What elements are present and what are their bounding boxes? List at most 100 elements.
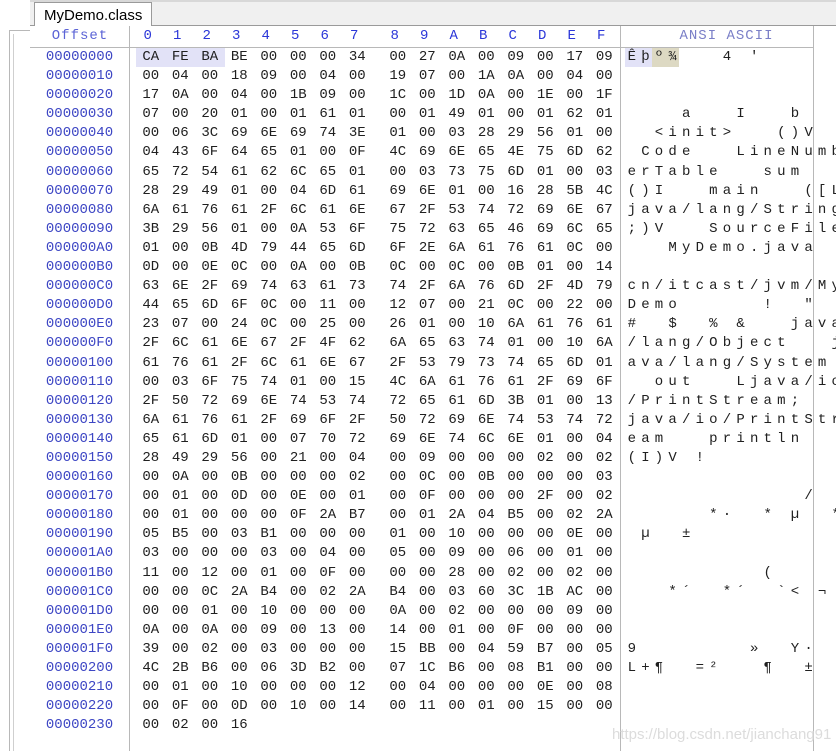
ascii-char[interactable]: /: [802, 487, 816, 506]
hex-byte[interactable]: 0A: [472, 86, 502, 105]
hex-byte[interactable]: B2: [313, 659, 343, 678]
hex-byte[interactable]: 00: [343, 640, 373, 659]
hex-byte[interactable]: 74: [313, 124, 343, 143]
hex-byte[interactable]: 09: [560, 602, 590, 621]
hex-byte[interactable]: 6C: [166, 334, 196, 353]
hex-byte[interactable]: 69: [383, 182, 413, 201]
hex-byte[interactable]: 00: [531, 621, 561, 640]
hex-byte[interactable]: 00: [383, 449, 413, 468]
ascii-char[interactable]: y: [829, 277, 836, 296]
hex-byte[interactable]: 01: [284, 143, 314, 162]
ascii-char[interactable]: [625, 525, 639, 544]
hex-byte[interactable]: 00: [560, 621, 590, 640]
hex-byte[interactable]: 50: [383, 411, 413, 430]
hex-byte[interactable]: 6E: [472, 411, 502, 430]
ascii-char[interactable]: [761, 315, 775, 334]
ascii-char[interactable]: [720, 659, 734, 678]
hex-byte[interactable]: 0C: [225, 258, 255, 277]
hex-byte[interactable]: 28: [442, 564, 472, 583]
row-hex-bytes[interactable]: 04 43 6F 64 65 01 00 0F 4C 69 6E 65 4E 75 6D 62: [136, 143, 619, 162]
hex-byte[interactable]: 00: [472, 659, 502, 678]
hex-byte[interactable]: 01: [413, 315, 443, 334]
ascii-char[interactable]: [720, 296, 734, 315]
hex-byte[interactable]: 00: [590, 621, 620, 640]
hex-byte[interactable]: 00: [472, 564, 502, 583]
ascii-char[interactable]: y: [761, 354, 775, 373]
ascii-char[interactable]: l: [693, 201, 707, 220]
ascii-char[interactable]: m: [775, 392, 789, 411]
hex-byte[interactable]: 00: [560, 86, 590, 105]
hex-byte[interactable]: 74: [343, 392, 373, 411]
ascii-char[interactable]: u: [802, 143, 816, 162]
hex-byte[interactable]: 62: [254, 163, 284, 182]
hex-byte[interactable]: 62: [560, 105, 590, 124]
ascii-char[interactable]: `: [775, 583, 789, 602]
hex-byte[interactable]: 04: [590, 430, 620, 449]
ascii-char[interactable]: u: [666, 373, 680, 392]
ascii-char[interactable]: F: [788, 220, 802, 239]
hex-byte[interactable]: 00: [560, 449, 590, 468]
ascii-char[interactable]: [679, 296, 693, 315]
hex-byte[interactable]: 00: [590, 67, 620, 86]
hex-byte[interactable]: 6D: [501, 163, 531, 182]
hex-byte[interactable]: 00: [383, 678, 413, 697]
ascii-char[interactable]: I: [734, 105, 748, 124]
ascii-char[interactable]: n: [747, 182, 761, 201]
hex-byte[interactable]: 01: [225, 105, 255, 124]
row-hex-bytes[interactable]: 00 06 3C 69 6E 69 74 3E 01 00 03 28 29 56 01 00: [136, 124, 619, 143]
ascii-char[interactable]: t: [707, 124, 721, 143]
row-hex-bytes[interactable]: 63 6E 2F 69 74 63 61 73 74 2F 6A 76 6D 2F 4D 79: [136, 277, 619, 296]
hex-byte[interactable]: 00: [590, 602, 620, 621]
hex-byte[interactable]: 00: [531, 468, 561, 487]
row-ascii[interactable]: *· * µ *: [625, 506, 836, 525]
hex-byte[interactable]: 00: [472, 182, 502, 201]
hex-byte[interactable]: 28: [136, 449, 166, 468]
hex-byte[interactable]: 07: [136, 105, 166, 124]
ascii-char[interactable]: a: [679, 105, 693, 124]
hex-byte[interactable]: 00: [136, 506, 166, 525]
hex-byte[interactable]: 61: [166, 201, 196, 220]
hex-byte[interactable]: 01: [284, 105, 314, 124]
hex-byte[interactable]: 0A: [195, 621, 225, 640]
hex-byte[interactable]: 2F: [254, 201, 284, 220]
ascii-char[interactable]: [761, 105, 775, 124]
hex-byte[interactable]: B7: [531, 640, 561, 659]
hex-byte[interactable]: 2A: [313, 506, 343, 525]
hex-byte[interactable]: 00: [413, 258, 443, 277]
hex-byte[interactable]: 04: [472, 640, 502, 659]
hex-byte[interactable]: 0A: [166, 468, 196, 487]
hex-byte[interactable]: 00: [313, 48, 343, 67]
hex-byte[interactable]: 67: [590, 201, 620, 220]
hex-byte[interactable]: 00: [254, 449, 284, 468]
ascii-char[interactable]: o: [829, 373, 836, 392]
hex-byte[interactable]: 00: [284, 602, 314, 621]
ascii-char[interactable]: d: [666, 143, 680, 162]
ascii-char[interactable]: a: [761, 392, 775, 411]
ascii-char[interactable]: [652, 525, 666, 544]
hex-byte[interactable]: 76: [166, 354, 196, 373]
hex-byte[interactable]: 00: [136, 487, 166, 506]
hex-byte[interactable]: 2F: [413, 277, 443, 296]
hex-byte[interactable]: 00: [195, 468, 225, 487]
hex-byte[interactable]: 56: [195, 220, 225, 239]
hex-byte[interactable]: 00: [343, 296, 373, 315]
hex-byte[interactable]: 00: [225, 564, 255, 583]
row-hex-bytes[interactable]: 00 01 00 00 00 0F 2A B7 00 01 2A 04 B5 00 02 2A: [136, 506, 619, 525]
hex-byte[interactable]: 01: [343, 163, 373, 182]
ascii-char[interactable]: C: [639, 143, 653, 162]
ascii-char[interactable]: t: [720, 392, 734, 411]
ascii-char[interactable]: [747, 487, 761, 506]
hex-byte[interactable]: 00: [313, 525, 343, 544]
hex-byte[interactable]: 2A: [442, 506, 472, 525]
ascii-char[interactable]: i: [666, 124, 680, 143]
hex-byte[interactable]: 00: [472, 544, 502, 563]
ascii-char[interactable]: [666, 220, 680, 239]
hex-byte[interactable]: 65: [313, 163, 343, 182]
ascii-char[interactable]: i: [747, 143, 761, 162]
ascii-char[interactable]: n: [815, 201, 829, 220]
hex-byte[interactable]: 00: [590, 697, 620, 716]
hex-byte[interactable]: 00: [313, 697, 343, 716]
hex-byte[interactable]: 63: [442, 220, 472, 239]
ascii-char[interactable]: [734, 296, 748, 315]
hex-byte[interactable]: 6E: [442, 143, 472, 162]
